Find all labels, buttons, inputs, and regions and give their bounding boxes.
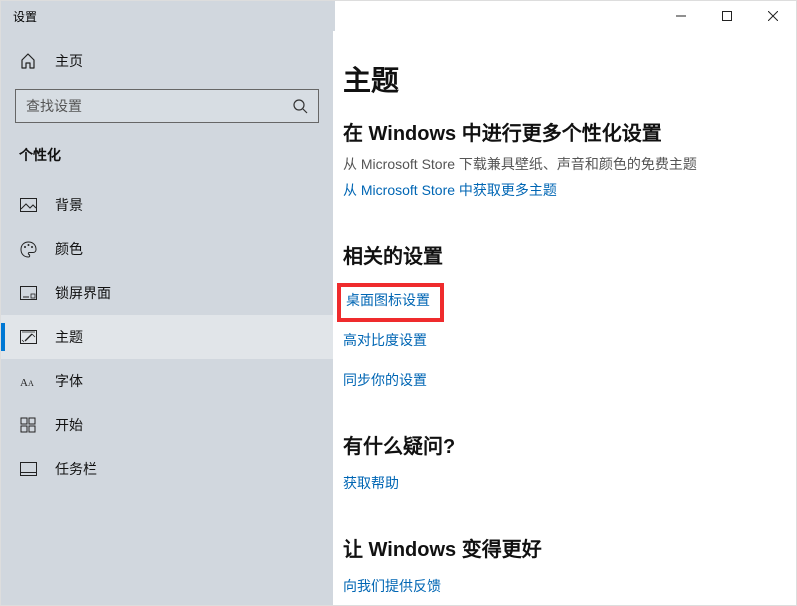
search-box[interactable]	[15, 89, 319, 123]
theme-icon	[19, 328, 37, 346]
sidebar-item-lockscreen[interactable]: 锁屏界面	[1, 271, 333, 315]
nav-label: 开始	[55, 415, 83, 435]
sidebar: 主页 个性化 背景 颜色	[1, 31, 333, 605]
get-help-link[interactable]: 获取帮助	[343, 473, 786, 493]
image-icon	[19, 196, 37, 214]
subtitle: 在 Windows 中进行更多个性化设置	[343, 117, 786, 146]
nav-list: 背景 颜色 锁屏界面 主题	[1, 183, 333, 491]
main-content: 主题 在 Windows 中进行更多个性化设置 从 Microsoft Stor…	[333, 31, 796, 605]
high-contrast-link[interactable]: 高对比度设置	[343, 330, 786, 350]
page-title: 主题	[343, 59, 786, 99]
related-settings-section: 相关的设置 桌面图标设置 高对比度设置 同步你的设置	[343, 240, 786, 390]
home-label: 主页	[55, 51, 83, 71]
related-heading: 相关的设置	[343, 240, 786, 269]
sidebar-item-background[interactable]: 背景	[1, 183, 333, 227]
window-title: 设置	[13, 8, 37, 25]
lockscreen-icon	[19, 284, 37, 302]
sidebar-item-start[interactable]: 开始	[1, 403, 333, 447]
close-button[interactable]	[750, 1, 796, 31]
store-description: 从 Microsoft Store 下载兼具壁纸、声音和颜色的免费主题	[343, 154, 786, 174]
nav-label: 背景	[55, 195, 83, 215]
sync-settings-link[interactable]: 同步你的设置	[343, 370, 786, 390]
sidebar-item-fonts[interactable]: AA 字体	[1, 359, 333, 403]
questions-section: 有什么疑问? 获取帮助	[343, 430, 786, 493]
category-label: 个性化	[1, 131, 333, 173]
nav-label: 任务栏	[55, 459, 97, 479]
sidebar-item-taskbar[interactable]: 任务栏	[1, 447, 333, 491]
nav-label: 主题	[55, 327, 83, 347]
highlight-annotation: 桌面图标设置	[337, 283, 444, 322]
store-link[interactable]: 从 Microsoft Store 中获取更多主题	[343, 180, 786, 200]
desktop-icon-settings-link[interactable]: 桌面图标设置	[346, 290, 430, 310]
sidebar-item-colors[interactable]: 颜色	[1, 227, 333, 271]
svg-text:A: A	[20, 377, 28, 389]
nav-label: 锁屏界面	[55, 283, 111, 303]
improve-section: 让 Windows 变得更好 向我们提供反馈	[343, 533, 786, 596]
nav-label: 颜色	[55, 239, 83, 259]
questions-heading: 有什么疑问?	[343, 430, 786, 459]
font-icon: AA	[19, 372, 37, 390]
svg-text:A: A	[28, 379, 34, 388]
improve-heading: 让 Windows 变得更好	[343, 533, 786, 562]
nav-label: 字体	[55, 371, 83, 391]
sidebar-item-themes[interactable]: 主题	[1, 315, 333, 359]
taskbar-icon	[19, 460, 37, 478]
window-controls	[658, 1, 796, 31]
start-icon	[19, 416, 37, 434]
search-input[interactable]	[26, 98, 308, 114]
maximize-button[interactable]	[704, 1, 750, 31]
search-icon	[292, 98, 308, 114]
palette-icon	[19, 240, 37, 258]
home-icon	[19, 52, 37, 70]
feedback-link[interactable]: 向我们提供反馈	[343, 576, 786, 596]
search-row	[1, 81, 333, 131]
sidebar-home[interactable]: 主页	[1, 41, 333, 81]
titlebar: 设置	[1, 1, 796, 31]
minimize-button[interactable]	[658, 1, 704, 31]
